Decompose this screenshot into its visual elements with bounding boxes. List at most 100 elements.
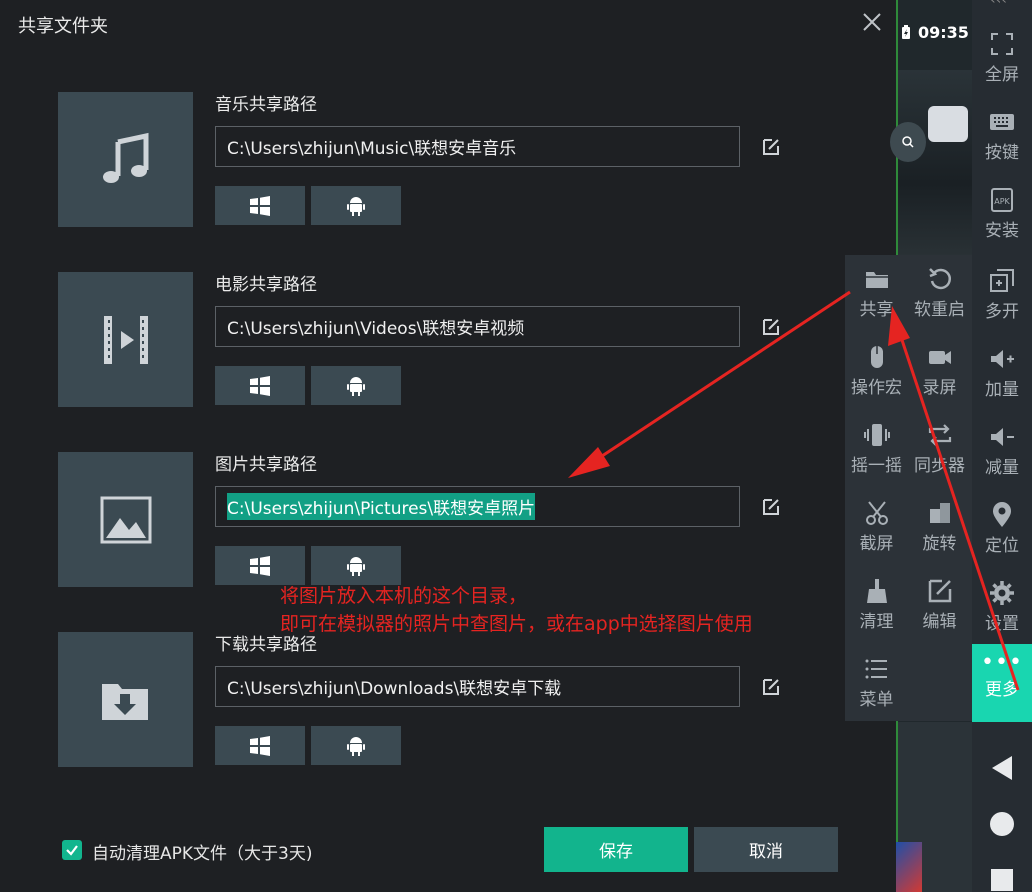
video-path-field[interactable]: C:\Users\zhijun\Videos\联想安卓视频 xyxy=(215,306,740,347)
phone-search-button[interactable] xyxy=(890,122,926,162)
shared-folder-dialog: 共享文件夹 音乐共享路径 C:\Users\zhijun\Music\联想安卓音… xyxy=(0,0,896,892)
android-icon xyxy=(347,196,365,216)
open-android-folder-button[interactable] xyxy=(311,366,401,405)
save-button[interactable]: 保存 xyxy=(544,827,688,872)
open-android-folder-button[interactable] xyxy=(311,186,401,225)
open-windows-folder-button[interactable] xyxy=(215,186,305,225)
more-item-label: 同步器 xyxy=(914,456,965,476)
more-panel: 共享 软重启 操作宏 录屏 摇一摇 同步器 截屏 旋转 清理 编辑 菜单 xyxy=(845,255,972,721)
picture-path-field[interactable]: C:\Users\zhijun\Pictures\联想安卓照片 xyxy=(215,486,740,527)
android-icon xyxy=(347,736,365,756)
picture-share-section: 图片共享路径 C:\Users\zhijun\Pictures\联想安卓照片 xyxy=(58,452,858,587)
more-button-label: 更多 xyxy=(985,680,1019,700)
fullscreen-icon xyxy=(991,33,1013,55)
game-app-icon[interactable] xyxy=(896,842,922,892)
search-icon xyxy=(902,136,914,148)
more-item-label: 截屏 xyxy=(859,534,894,554)
edit-icon xyxy=(763,499,779,515)
checkmark-icon xyxy=(66,845,78,856)
edit-icon xyxy=(928,579,951,603)
more-item-volume-down[interactable]: 减量 xyxy=(972,411,1032,489)
path-text: C:\Users\zhijun\Music\联想安卓音乐 xyxy=(227,139,517,159)
more-item-location[interactable]: 定位 xyxy=(972,489,1032,567)
more-item-share[interactable]: 共享 xyxy=(845,255,908,333)
toolbar-label: 安装 xyxy=(985,221,1019,241)
more-item-screenshot[interactable]: 截屏 xyxy=(845,489,908,567)
music-path-field[interactable]: C:\Users\zhijun\Music\联想安卓音乐 xyxy=(215,126,740,167)
edit-icon xyxy=(763,319,779,335)
toolbar-label: 全屏 xyxy=(985,65,1019,85)
svg-text:APK: APK xyxy=(994,197,1010,206)
open-android-folder-button[interactable] xyxy=(311,726,401,765)
toolbar-item-install[interactable]: APK 安装 xyxy=(972,174,1032,252)
more-item-label: 减量 xyxy=(985,458,1019,478)
cancel-button[interactable]: 取消 xyxy=(694,827,838,872)
dialog-title: 共享文件夹 xyxy=(18,16,108,37)
more-item-label: 旋转 xyxy=(922,534,957,554)
annotation-line-2: 即可在模拟器的照片中查图片，或在app中选择图片使用 xyxy=(280,613,753,635)
more-item-label: 软重启 xyxy=(914,300,965,320)
multi-instance-icon xyxy=(990,269,1014,292)
more-item-settings[interactable]: 设置 xyxy=(972,567,1032,645)
rotate-icon xyxy=(929,503,950,523)
status-time: 09:35 xyxy=(918,23,969,42)
edit-path-button[interactable] xyxy=(761,497,781,517)
open-windows-folder-button[interactable] xyxy=(215,726,305,765)
close-icon[interactable] xyxy=(858,8,886,36)
volume-up-icon xyxy=(991,350,1014,368)
section-label: 图片共享路径 xyxy=(215,455,317,475)
image-icon xyxy=(100,496,151,543)
windows-icon xyxy=(250,375,270,396)
edit-path-button[interactable] xyxy=(761,677,781,697)
film-icon xyxy=(103,315,148,364)
more-item-macro[interactable]: 操作宏 xyxy=(845,333,908,411)
more-item-label: 菜单 xyxy=(859,690,894,710)
more-button[interactable]: ••• 更多 xyxy=(972,644,1032,722)
open-windows-folder-button[interactable] xyxy=(215,366,305,405)
back-triangle-icon[interactable] xyxy=(988,754,1016,782)
more-item-sync[interactable]: 同步器 xyxy=(908,411,971,489)
toolbar-label: 按键 xyxy=(985,143,1019,163)
download-folder-icon xyxy=(101,683,148,720)
annotation-line-1: 将图片放入本机的这个目录， xyxy=(280,585,528,607)
scissors-icon xyxy=(865,501,888,525)
collapse-chevron-icon[interactable]: ‹‹‹ xyxy=(990,0,1007,8)
gear-icon xyxy=(990,581,1014,605)
more-item-label: 清理 xyxy=(859,612,894,632)
more-item-shake[interactable]: 摇一摇 xyxy=(845,411,908,489)
more-item-menu[interactable]: 菜单 xyxy=(845,645,908,723)
download-path-field[interactable]: C:\Users\zhijun\Downloads\联想安卓下载 xyxy=(215,666,740,707)
picture-thumbnail xyxy=(58,452,193,587)
open-android-folder-button[interactable] xyxy=(311,546,401,585)
edit-icon xyxy=(763,679,779,695)
recents-square-icon[interactable] xyxy=(988,866,1016,892)
edit-path-button[interactable] xyxy=(761,137,781,157)
more-item-soft-restart[interactable]: 软重启 xyxy=(908,255,971,333)
more-item-label: 摇一摇 xyxy=(851,456,902,476)
annotation-text: 将图片放入本机的这个目录， 即可在模拟器的照片中查图片，或在app中选择图片使用 xyxy=(280,582,753,638)
toolbar-item-fullscreen[interactable]: 全屏 xyxy=(972,18,1032,96)
home-circle-icon[interactable] xyxy=(988,810,1016,838)
more-item-multi-instance[interactable]: 多开 xyxy=(972,255,1032,333)
more-item-edit[interactable]: 编辑 xyxy=(908,567,971,645)
edit-path-button[interactable] xyxy=(761,317,781,337)
open-windows-folder-button[interactable] xyxy=(215,546,305,585)
sync-icon xyxy=(928,424,951,446)
menu-icon xyxy=(865,659,887,679)
more-item-volume-up[interactable]: 加量 xyxy=(972,333,1032,411)
toolbar-item-keymap[interactable]: 按键 xyxy=(972,96,1032,174)
wallpaper xyxy=(898,70,972,260)
more-item-rotate[interactable]: 旋转 xyxy=(908,489,971,567)
apk-icon: APK xyxy=(991,188,1013,212)
more-item-clean[interactable]: 清理 xyxy=(845,567,908,645)
path-text-selected: C:\Users\zhijun\Pictures\联想安卓照片 xyxy=(227,493,536,520)
auto-clean-checkbox[interactable] xyxy=(62,840,82,860)
video-camera-icon xyxy=(928,351,951,364)
windows-icon xyxy=(250,735,270,756)
path-text: C:\Users\zhijun\Downloads\联想安卓下载 xyxy=(227,679,562,699)
video-thumbnail xyxy=(58,272,193,407)
location-pin-icon xyxy=(993,502,1011,527)
more-item-label: 多开 xyxy=(985,302,1019,322)
avatar[interactable] xyxy=(928,106,968,142)
more-item-record[interactable]: 录屏 xyxy=(908,333,971,411)
